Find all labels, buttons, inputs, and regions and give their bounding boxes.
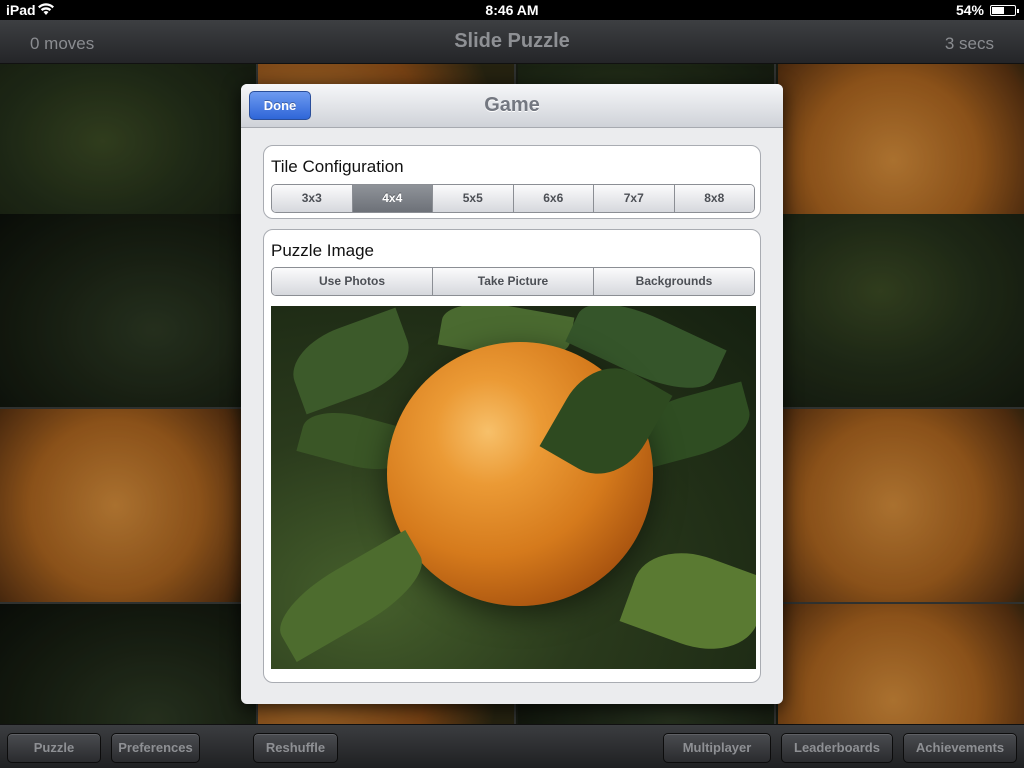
take-picture-button[interactable]: Take Picture (433, 268, 594, 295)
multiplayer-button[interactable]: Multiplayer (663, 733, 771, 763)
image-source-segmented-control: Use Photos Take Picture Backgrounds (271, 267, 755, 296)
tile-size-segmented-control: 3x3 4x4 5x5 6x6 7x7 8x8 (271, 184, 755, 213)
navigation-bar: 0 moves Slide Puzzle 3 secs (0, 20, 1024, 64)
clock: 8:46 AM (485, 2, 539, 18)
game-popover: Done Game Tile Configuration 3x3 4x4 5x5… (241, 84, 783, 704)
status-bar: iPad 8:46 AM 54% (0, 0, 1024, 20)
tile-option-4x4[interactable]: 4x4 (352, 185, 433, 212)
leaf (271, 530, 436, 662)
battery-icon (990, 5, 1019, 16)
puzzle-image-title: Puzzle Image (271, 241, 374, 260)
popover-title: Game (484, 94, 540, 116)
preferences-button[interactable]: Preferences (111, 733, 200, 763)
tile-configuration-title: Tile Configuration (271, 157, 404, 176)
app-title: Slide Puzzle (454, 30, 570, 52)
tile-configuration-group: Tile Configuration 3x3 4x4 5x5 6x6 7x7 8… (263, 145, 761, 219)
popover-header: Done Game (241, 84, 783, 128)
tile-option-3x3[interactable]: 3x3 (272, 185, 353, 212)
backgrounds-button[interactable]: Backgrounds (594, 268, 754, 295)
tile-option-5x5[interactable]: 5x5 (433, 185, 514, 212)
puzzle-image-group: Puzzle Image Use Photos Take Picture Bac… (263, 229, 761, 683)
achievements-button[interactable]: Achievements (903, 733, 1017, 763)
leaderboards-button[interactable]: Leaderboards (781, 733, 893, 763)
reshuffle-button[interactable]: Reshuffle (253, 733, 338, 763)
tile-option-8x8[interactable]: 8x8 (674, 185, 754, 212)
puzzle-image-preview (271, 306, 756, 669)
bottom-toolbar: Puzzle Preferences Reshuffle Multiplayer… (0, 724, 1024, 768)
elapsed-timer: 3 secs (944, 34, 994, 53)
use-photos-button[interactable]: Use Photos (272, 268, 433, 295)
battery-percentage: 54% (955, 2, 984, 18)
leaf (619, 536, 756, 666)
tile-option-7x7[interactable]: 7x7 (594, 185, 675, 212)
puzzle-button[interactable]: Puzzle (7, 733, 101, 763)
tile-option-6x6[interactable]: 6x6 (513, 185, 594, 212)
leaf (282, 307, 420, 415)
